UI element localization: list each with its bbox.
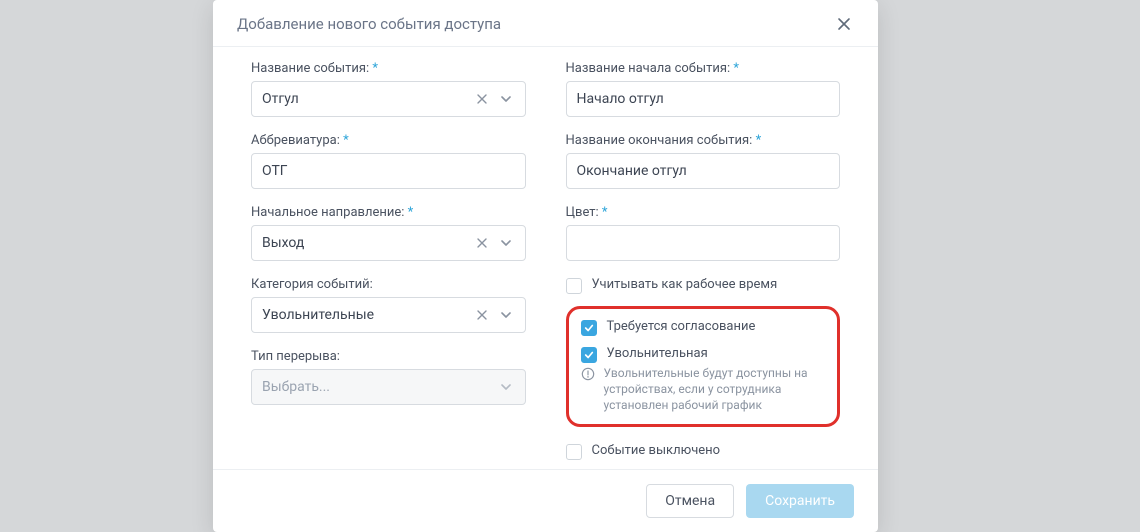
field-category: Категория событий: Увольнительные	[251, 277, 526, 333]
select-event-name[interactable]: Отгул	[251, 81, 526, 117]
required-mark: *	[733, 61, 739, 76]
checkbox-leave-label: Увольнительная	[607, 346, 708, 361]
label-event-name: Название события: *	[251, 61, 526, 76]
label-break-type: Тип перерыва:	[251, 349, 526, 364]
checkbox-approval[interactable]: Требуется согласование	[581, 319, 826, 336]
right-column: Название начала события: * Начало отгул …	[566, 61, 841, 460]
checkbox-leave[interactable]: Увольнительная	[581, 346, 826, 363]
checkbox-box[interactable]	[581, 347, 597, 363]
field-abbreviation: Аббревиатура: * ОТГ	[251, 133, 526, 189]
required-mark: *	[372, 61, 378, 76]
field-end-name: Название окончания события: * Окончание …	[566, 133, 841, 189]
field-direction: Начальное направление: * Выход	[251, 205, 526, 261]
modal-header: Добавление нового события доступа	[213, 0, 878, 47]
label-direction: Начальное направление: *	[251, 205, 526, 220]
left-column: Название события: * Отгул	[251, 61, 526, 460]
clear-icon[interactable]	[473, 90, 491, 108]
close-icon[interactable]	[834, 14, 854, 34]
select-break-type-placeholder: Выбрать...	[262, 379, 497, 395]
label-abbreviation: Аббревиатура: *	[251, 133, 526, 148]
label-category-text: Категория событий:	[251, 277, 373, 292]
select-category-value: Увольнительные	[262, 307, 473, 323]
modal-add-access-event: Добавление нового события доступа Назван…	[213, 0, 878, 532]
label-category: Категория событий:	[251, 277, 526, 292]
label-end-name-text: Название окончания события:	[566, 133, 753, 148]
select-direction-value: Выход	[262, 235, 473, 251]
select-break-type: Выбрать...	[251, 369, 526, 405]
input-start-name-value: Начало отгул	[577, 91, 664, 107]
label-end-name: Название окончания события: *	[566, 133, 841, 148]
highlight-box: Требуется согласование Увольнительная	[566, 306, 841, 427]
modal-footer: Отмена Сохранить	[213, 469, 878, 532]
label-start-name-text: Название начала события:	[566, 61, 731, 76]
checkbox-disabled[interactable]: Событие выключено	[566, 443, 841, 460]
info-icon	[581, 366, 596, 381]
checkbox-disabled-label: Событие выключено	[592, 443, 721, 458]
field-event-name: Название события: * Отгул	[251, 61, 526, 117]
label-color: Цвет: *	[566, 205, 841, 220]
required-mark: *	[602, 205, 608, 220]
label-abbreviation-text: Аббревиатура:	[251, 133, 340, 148]
select-direction[interactable]: Выход	[251, 225, 526, 261]
cancel-button[interactable]: Отмена	[646, 484, 734, 518]
input-end-name[interactable]: Окончание отгул	[566, 153, 841, 189]
checkbox-box[interactable]	[581, 320, 597, 336]
checkbox-box[interactable]	[566, 444, 582, 460]
checkbox-worktime[interactable]: Учитывать как рабочее время	[566, 277, 841, 294]
chevron-down-icon[interactable]	[497, 234, 515, 252]
checkbox-worktime-label: Учитывать как рабочее время	[592, 277, 778, 292]
label-event-name-text: Название события:	[251, 61, 369, 76]
form-columns: Название события: * Отгул	[251, 61, 840, 460]
chevron-down-icon	[497, 378, 515, 396]
required-mark: *	[343, 133, 349, 148]
input-end-name-value: Окончание отгул	[577, 163, 687, 179]
clear-icon[interactable]	[473, 234, 491, 252]
hint-leave: Увольнительные будут доступны на устройс…	[581, 365, 826, 414]
leave-block: Увольнительная Увольнительные будут дост…	[581, 346, 826, 414]
cancel-button-label: Отмена	[665, 493, 715, 509]
label-start-name: Название начала события: *	[566, 61, 841, 76]
chevron-down-icon[interactable]	[497, 90, 515, 108]
label-direction-text: Начальное направление:	[251, 205, 404, 220]
select-event-name-value: Отгул	[262, 91, 473, 107]
input-abbreviation-value: ОТГ	[262, 163, 288, 179]
clear-icon[interactable]	[473, 306, 491, 324]
field-color: Цвет: *	[566, 205, 841, 261]
input-color[interactable]	[566, 225, 841, 261]
checkbox-approval-label: Требуется согласование	[607, 319, 756, 334]
input-start-name[interactable]: Начало отгул	[566, 81, 841, 117]
required-mark: *	[408, 205, 414, 220]
checkbox-box[interactable]	[566, 278, 582, 294]
hint-leave-text: Увольнительные будут доступны на устройс…	[604, 365, 826, 414]
select-category[interactable]: Увольнительные	[251, 297, 526, 333]
label-break-type-text: Тип перерыва:	[251, 349, 340, 364]
field-break-type: Тип перерыва: Выбрать...	[251, 349, 526, 405]
required-mark: *	[756, 133, 762, 148]
label-color-text: Цвет:	[566, 205, 599, 220]
modal-title: Добавление нового события доступа	[237, 15, 501, 33]
save-button-label: Сохранить	[765, 493, 835, 509]
field-start-name: Название начала события: * Начало отгул	[566, 61, 841, 117]
chevron-down-icon[interactable]	[497, 306, 515, 324]
modal-body: Название события: * Отгул	[213, 47, 878, 469]
save-button[interactable]: Сохранить	[746, 484, 854, 518]
input-abbreviation[interactable]: ОТГ	[251, 153, 526, 189]
